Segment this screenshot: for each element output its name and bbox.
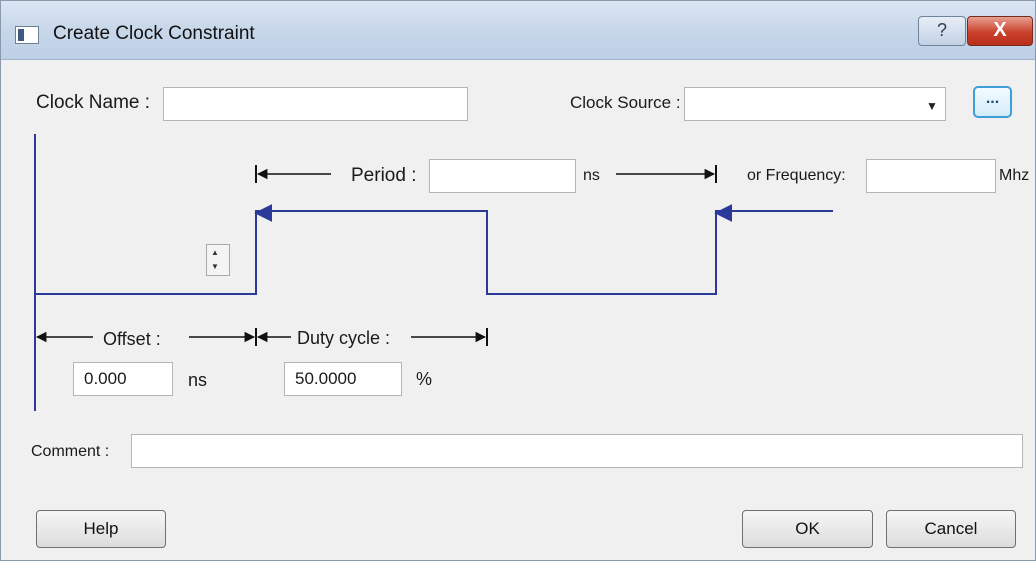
frequency-unit: Mhz [999, 167, 1030, 184]
create-clock-constraint-dialog: Create Clock Constraint ? X Clock Name :… [0, 0, 1036, 561]
frequency-input[interactable] [866, 159, 996, 193]
offset-label: Offset : [103, 329, 161, 349]
duty-cycle-label: Duty cycle : [297, 328, 391, 348]
help-button[interactable]: Help [36, 510, 166, 548]
frequency-label: or Frequency: [747, 167, 846, 184]
clock-waveform [35, 210, 833, 295]
comment-label: Comment : [31, 443, 110, 460]
offset-input[interactable] [73, 362, 173, 396]
ok-button[interactable]: OK [742, 510, 873, 548]
spinner-control[interactable]: ▲ ▼ [206, 244, 230, 276]
period-unit: ns [583, 167, 600, 184]
spinner-down-icon[interactable]: ▼ [211, 262, 219, 271]
period-input[interactable] [429, 159, 576, 193]
comment-input[interactable] [131, 434, 1023, 468]
cancel-button[interactable]: Cancel [886, 510, 1016, 548]
offset-unit: ns [188, 370, 208, 390]
clock-waveform-diagram [34, 134, 833, 411]
duty-cycle-input[interactable] [284, 362, 402, 396]
spinner-up-icon[interactable]: ▲ [211, 248, 219, 257]
duty-cycle-unit: % [416, 369, 433, 389]
period-label: Period : [351, 165, 417, 186]
